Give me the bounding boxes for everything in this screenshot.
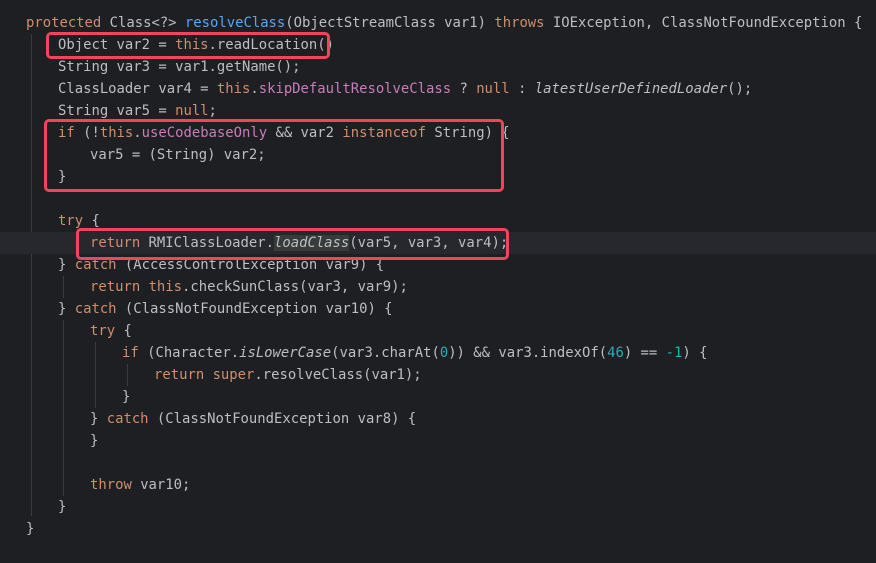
keyword-catch: catch bbox=[74, 257, 117, 273]
keyword-protected: protected bbox=[26, 15, 102, 31]
code-token: Object var2 = bbox=[58, 37, 176, 53]
number-literal: 0 bbox=[439, 345, 449, 361]
code-token: (! bbox=[74, 125, 100, 141]
code-token: (); bbox=[727, 81, 753, 97]
code-token: { bbox=[115, 323, 132, 339]
static-method-loadClass[interactable]: loadClass bbox=[274, 235, 350, 251]
code-line[interactable]: } bbox=[0, 518, 876, 540]
number-literal: -1 bbox=[665, 345, 683, 361]
code-token: ) { bbox=[682, 345, 708, 361]
keyword-throws: throws bbox=[494, 15, 545, 31]
code-line[interactable]: } bbox=[0, 386, 876, 408]
keyword-catch: catch bbox=[106, 411, 149, 427]
closing-brace: } bbox=[26, 521, 35, 537]
code-line[interactable]: } bbox=[0, 166, 876, 188]
code-token: { bbox=[83, 213, 100, 229]
code-token: && var2 bbox=[267, 125, 343, 141]
exception-list: IOException, ClassNotFoundException { bbox=[544, 15, 863, 31]
code-token: ClassLoader var4 = bbox=[58, 81, 217, 97]
return-type: Class<?> bbox=[101, 15, 185, 31]
code-line[interactable]: String var3 = var1.getName(); bbox=[0, 56, 876, 78]
closing-brace: } bbox=[58, 169, 67, 185]
closing-brace: } bbox=[58, 257, 75, 273]
keyword-throw: throw bbox=[90, 477, 132, 493]
code-token: String) { bbox=[426, 125, 510, 141]
keyword-instanceof: instanceof bbox=[342, 125, 427, 141]
code-line[interactable]: } catch (AccessControlException var9) { bbox=[0, 254, 876, 276]
closing-brace: } bbox=[90, 433, 99, 449]
keyword-return: return bbox=[154, 367, 205, 383]
keyword-null: null bbox=[175, 103, 209, 119]
keyword-catch: catch bbox=[74, 301, 117, 317]
static-method-isLowerCase: isLowerCase bbox=[239, 345, 332, 361]
code-line[interactable]: try { bbox=[0, 320, 876, 342]
code-token: (Character. bbox=[138, 345, 240, 361]
keyword-null: null bbox=[476, 81, 510, 97]
code-token: (AccessControlException var9) { bbox=[116, 257, 385, 273]
code-token: String var5 = bbox=[58, 103, 176, 119]
code-token: (var3.charAt( bbox=[331, 345, 440, 361]
code-line[interactable]: try { bbox=[0, 210, 876, 232]
code-editor[interactable]: protected Class<?> resolveClass(ObjectSt… bbox=[0, 0, 876, 563]
code-line[interactable]: } bbox=[0, 496, 876, 518]
code-line[interactable]: String var5 = null; bbox=[0, 100, 876, 122]
code-token: ; bbox=[208, 103, 217, 119]
keyword-if: if bbox=[58, 125, 75, 141]
code-line[interactable]: } catch (ClassNotFoundException var10) { bbox=[0, 298, 876, 320]
method-name-resolveClass[interactable]: resolveClass bbox=[185, 15, 285, 31]
code-line[interactable]: Object var2 = this.readLocation() bbox=[0, 34, 876, 56]
code-token: var5 = (String) var2; bbox=[90, 147, 266, 163]
code-token: . bbox=[133, 125, 142, 141]
code-token: ) == bbox=[623, 345, 666, 361]
code-line[interactable]: } catch (ClassNotFoundException var8) { bbox=[0, 408, 876, 430]
code-token: : bbox=[509, 81, 535, 97]
code-token: (var5, var3, var4); bbox=[349, 235, 509, 251]
code-line[interactable]: ClassLoader var4 = this.skipDefaultResol… bbox=[0, 78, 876, 100]
keyword-if: if bbox=[122, 345, 139, 361]
keyword-return: return bbox=[90, 279, 141, 295]
parameter-list: (ObjectStreamClass var1) bbox=[285, 15, 495, 31]
code-line[interactable]: var5 = (String) var2; bbox=[0, 144, 876, 166]
keyword-this: this bbox=[99, 125, 134, 141]
keyword-return: return bbox=[90, 235, 141, 251]
field-useCodebaseOnly: useCodebaseOnly bbox=[141, 125, 268, 141]
code-line[interactable]: } bbox=[0, 430, 876, 452]
closing-brace: } bbox=[122, 389, 131, 405]
keyword-this: this bbox=[148, 279, 183, 295]
code-line[interactable]: return super.resolveClass(var1); bbox=[0, 364, 876, 386]
code-line[interactable]: throw var10; bbox=[0, 474, 876, 496]
code-token: (ClassNotFoundException var8) { bbox=[148, 411, 417, 427]
code-token: var10; bbox=[131, 477, 191, 493]
number-literal: 46 bbox=[607, 345, 624, 361]
keyword-super: super bbox=[212, 367, 255, 383]
keyword-this: this bbox=[175, 37, 209, 53]
field-skipDefaultResolveClass: skipDefaultResolveClass bbox=[258, 81, 452, 97]
code-token: . bbox=[250, 81, 259, 97]
code-token: String var3 = var1.getName(); bbox=[58, 59, 301, 75]
current-code-line[interactable]: return RMIClassLoader.loadClass(var5, va… bbox=[0, 232, 876, 254]
static-method-latestUserDefinedLoader: latestUserDefinedLoader bbox=[534, 81, 728, 97]
code-token: .readLocation() bbox=[208, 37, 334, 53]
keyword-try: try bbox=[90, 323, 116, 339]
closing-brace: } bbox=[90, 411, 107, 427]
code-line[interactable]: protected Class<?> resolveClass(ObjectSt… bbox=[0, 12, 876, 34]
code-token: .resolveClass(var1); bbox=[254, 367, 422, 383]
closing-brace: } bbox=[58, 499, 67, 515]
code-token: ? bbox=[451, 81, 477, 97]
code-line[interactable]: if (!this.useCodebaseOnly && var2 instan… bbox=[0, 122, 876, 144]
code-token: )) && var3.indexOf( bbox=[448, 345, 608, 361]
code-token: RMIClassLoader. bbox=[140, 235, 274, 251]
code-line[interactable]: if (Character.isLowerCase(var3.charAt(0)… bbox=[0, 342, 876, 364]
code-token: .checkSunClass(var3, var9); bbox=[182, 279, 408, 295]
code-token: (ClassNotFoundException var10) { bbox=[116, 301, 393, 317]
keyword-try: try bbox=[58, 213, 84, 229]
keyword-this: this bbox=[216, 81, 251, 97]
closing-brace: } bbox=[58, 301, 75, 317]
code-line[interactable]: return this.checkSunClass(var3, var9); bbox=[0, 276, 876, 298]
